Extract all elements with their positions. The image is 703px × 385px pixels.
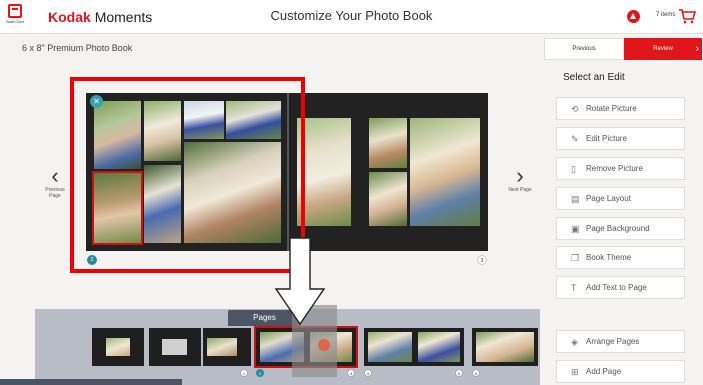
edit-panel-title: Select an Edit — [563, 72, 625, 83]
text-icon: T — [571, 283, 577, 293]
remove-picture-button[interactable]: ▯ Remove Picture — [556, 157, 685, 180]
page-layout-button[interactable]: ▤ Page Layout — [556, 187, 685, 210]
add-text-label: Add Text to Page — [586, 283, 647, 292]
page-thumbnail[interactable] — [92, 328, 144, 366]
previous-button[interactable]: Previous — [544, 38, 624, 60]
book-theme-label: Book Theme — [586, 253, 632, 262]
status-bar — [0, 379, 182, 385]
photo[interactable] — [297, 118, 351, 226]
rotate-picture-label: Rotate Picture — [586, 104, 637, 113]
remove-picture-label: Remove Picture — [586, 164, 643, 173]
page-thumbnail[interactable] — [364, 328, 464, 366]
thumbnail-page-number: 2 — [256, 369, 264, 377]
layout-icon: ▤ — [571, 194, 580, 204]
arrange-icon: ◈ — [571, 337, 578, 347]
theme-icon: ❐ — [571, 253, 580, 263]
warning-icon[interactable] — [627, 10, 640, 23]
rotate-picture-button[interactable]: ⟲ Rotate Picture — [556, 97, 685, 120]
chevron-left-icon: ‹ — [51, 163, 59, 188]
header-bar: Start Over Kodak Moments Customize Your … — [0, 0, 703, 34]
cart-count[interactable]: 7 items — [656, 12, 675, 18]
chevron-right-icon: › — [516, 163, 524, 188]
edit-picture-label: Edit Picture — [586, 134, 627, 143]
thumbnail-page-number: 6 — [472, 369, 480, 377]
photo[interactable] — [369, 172, 407, 226]
photo[interactable] — [410, 118, 480, 226]
thumbnail-page-number: 5 — [455, 369, 463, 377]
add-page-label: Add Page — [586, 367, 622, 376]
add-page-button[interactable]: ⊞ Add Page — [556, 360, 685, 383]
add-page-icon: ⊞ — [571, 367, 579, 377]
home-icon — [8, 4, 22, 18]
page-number-badge: 2 — [87, 255, 97, 265]
brand-kodak: Kodak — [48, 9, 91, 25]
arrange-pages-button[interactable]: ◈ Arrange Pages — [556, 330, 685, 353]
page-thumbnail[interactable] — [472, 328, 538, 366]
previous-page-button[interactable]: ‹ Previous Page — [40, 163, 70, 200]
next-page-label: Next Page — [508, 187, 532, 193]
page-thumbnail[interactable] — [149, 328, 201, 366]
background-icon: ▣ — [571, 224, 580, 234]
photo[interactable] — [369, 118, 407, 168]
page-thumbnail[interactable] — [203, 328, 251, 366]
step-navigation: Previous Review › — [544, 38, 702, 60]
thumbnail-page-number: 1 — [240, 369, 248, 377]
rotate-icon: ⟲ — [571, 104, 579, 114]
cart-icon[interactable] — [678, 8, 696, 24]
arrow-down-icon — [275, 237, 325, 325]
book-theme-button[interactable]: ❐ Book Theme — [556, 246, 685, 269]
pencil-icon: ✎ — [571, 134, 579, 144]
review-button[interactable]: Review › — [624, 38, 702, 60]
trash-icon: ▯ — [571, 164, 576, 174]
chevron-right-icon: › — [695, 43, 699, 55]
arrange-pages-label: Arrange Pages — [586, 337, 640, 346]
page-layout-label: Page Layout — [586, 194, 631, 203]
review-label: Review — [653, 46, 673, 52]
start-over-button[interactable]: Start Over — [4, 4, 26, 30]
brand-moments: Moments — [94, 9, 153, 25]
edit-picture-button[interactable]: ✎ Edit Picture — [556, 127, 685, 150]
start-over-label: Start Over — [5, 19, 25, 24]
book-title: 6 x 8" Premium Photo Book — [22, 43, 133, 53]
page-number-badge: 3 — [477, 255, 487, 265]
previous-page-label: Previous Page — [45, 187, 65, 199]
brand-logo[interactable]: Kodak Moments — [48, 9, 152, 25]
page-background-button[interactable]: ▣ Page Background — [556, 217, 685, 240]
thumbnail-page-number: 3 — [347, 369, 355, 377]
selected-page-highlight — [70, 77, 305, 273]
add-text-button[interactable]: T Add Text to Page — [556, 276, 685, 299]
page-background-label: Page Background — [586, 224, 650, 233]
thumbnail-page-number: 4 — [364, 369, 372, 377]
next-page-button[interactable]: › Next Page — [505, 163, 535, 194]
